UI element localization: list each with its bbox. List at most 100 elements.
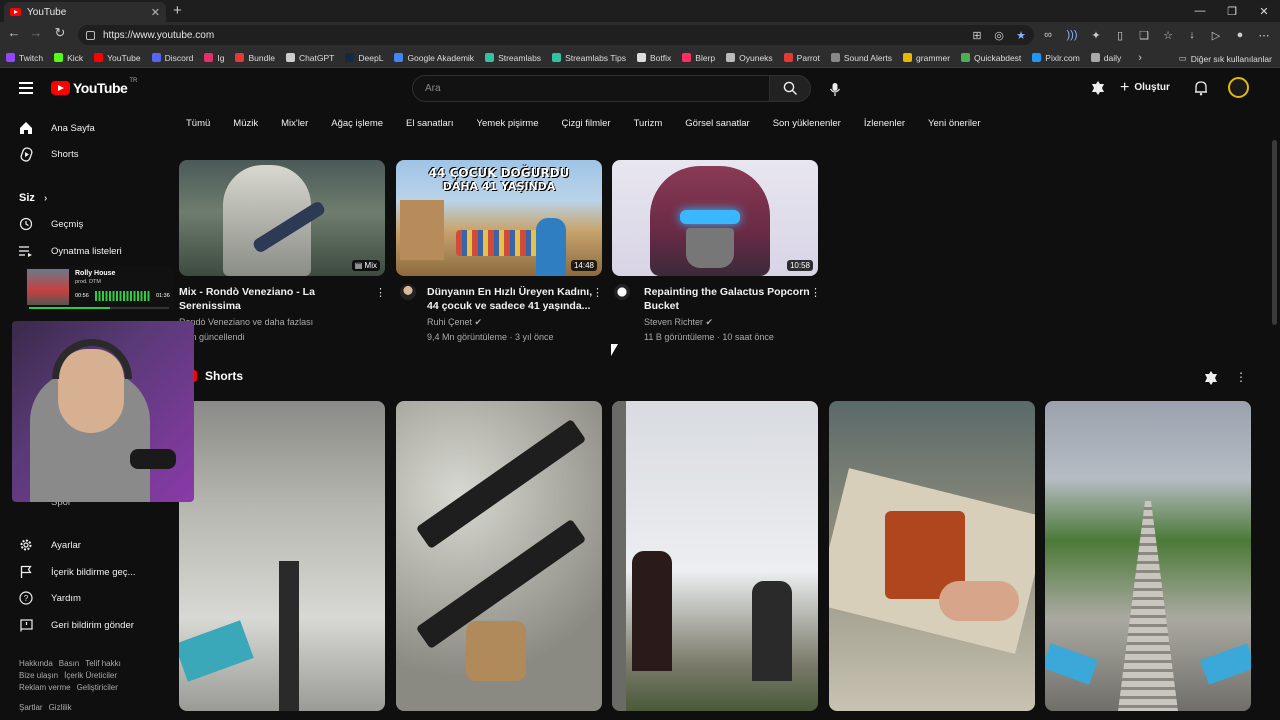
bookmark-item[interactable]: Kick: [54, 53, 83, 63]
filter-chip[interactable]: İzlenenler: [864, 118, 905, 129]
bookmark-item[interactable]: Ig: [204, 53, 224, 63]
sidebar-item-help[interactable]: ? Yardım: [18, 590, 81, 606]
bookmark-item[interactable]: Botfix: [637, 53, 671, 63]
video-title[interactable]: Dünyanın En Hızlı Üreyen Kadını, 44 çocu…: [427, 285, 599, 313]
filter-chip[interactable]: Yemek pişirme: [477, 118, 539, 129]
bookmark-item[interactable]: Oyuneks: [726, 53, 773, 63]
create-button[interactable]: + Oluştur: [1120, 79, 1170, 97]
bookmark-item[interactable]: DeepL: [345, 53, 383, 63]
video-card[interactable]: ▤ Mix Mix - Rondò Veneziano - La Serenis…: [179, 160, 386, 345]
video-channel[interactable]: Steven Richter ✔: [644, 315, 818, 330]
video-title[interactable]: Mix - Rondò Veneziano - La Serenissima: [179, 285, 351, 313]
notifications-bell-icon[interactable]: [1194, 80, 1208, 96]
forward-icon[interactable]: →: [26, 25, 46, 40]
voice-search-button[interactable]: [826, 80, 844, 98]
collections-icon[interactable]: ❑: [1132, 26, 1156, 44]
filter-chip[interactable]: Turizm: [634, 118, 663, 129]
footer-link[interactable]: Gizlilik: [49, 703, 72, 712]
bookmark-item[interactable]: Sound Alerts: [830, 53, 892, 63]
install-app-icon[interactable]: ⊞: [966, 26, 988, 44]
bookmark-item[interactable]: Streamlabs: [485, 53, 541, 63]
address-bar[interactable]: https://www.youtube.com: [78, 25, 1034, 45]
bookmark-item[interactable]: Pixlr.com: [1032, 53, 1080, 63]
you-section-heading[interactable]: Siz ›: [19, 192, 47, 204]
footer-link[interactable]: Hakkında: [19, 659, 53, 668]
bookmark-item[interactable]: Twitch: [6, 53, 43, 63]
bookmark-item[interactable]: ChatGPT: [285, 53, 334, 63]
bookmark-item[interactable]: Parrot: [783, 53, 820, 63]
short-thumbnail[interactable]: [829, 401, 1035, 711]
copilot-icon[interactable]: ◆: [1276, 26, 1280, 44]
video-card[interactable]: 10:58 Repainting the Galactus Popcorn Bu…: [612, 160, 821, 345]
search-button[interactable]: [769, 75, 811, 102]
shorts-more-icon[interactable]: ⋮: [1235, 370, 1247, 384]
filter-chip[interactable]: Çizgi filmler: [562, 118, 611, 129]
favorites-icon[interactable]: ☆: [1156, 26, 1180, 44]
bookmark-item[interactable]: Blerp: [682, 53, 715, 63]
sidebar-item-feedback[interactable]: Geri bildirim gönder: [18, 617, 134, 633]
footer-link[interactable]: İçerik Üreticiler: [64, 671, 117, 680]
sidebar-item-report-history[interactable]: İçerik bildirme geç...: [18, 564, 135, 580]
filter-chip[interactable]: Müzik: [233, 118, 258, 129]
sidebar-item-shorts[interactable]: Shorts: [18, 146, 78, 162]
footer-link[interactable]: Basın: [59, 659, 79, 668]
sidebar-item-playlists[interactable]: Oynatma listeleri: [18, 243, 122, 259]
bookmark-item[interactable]: Streamlabs Tips: [552, 53, 626, 63]
video-thumbnail[interactable]: 44 ÇOCUK DOĞURDU DAHA 41 YAŞINDA 14:48: [396, 160, 602, 276]
downloads-icon[interactable]: ↓: [1180, 26, 1204, 44]
sidebar-item-history[interactable]: Geçmiş: [18, 216, 83, 232]
close-tab-icon[interactable]: ✕: [151, 6, 160, 19]
channel-avatar[interactable]: [614, 284, 630, 300]
video-thumbnail[interactable]: 10:58: [612, 160, 818, 276]
tracking-icon[interactable]: ◎: [988, 26, 1010, 44]
bookmark-item[interactable]: grammer: [903, 53, 950, 63]
more-options-icon[interactable]: ⋮: [810, 286, 821, 299]
filter-chip[interactable]: Tümü: [186, 118, 210, 129]
back-icon[interactable]: ←: [4, 25, 24, 40]
page-scrollbar[interactable]: [1272, 140, 1277, 325]
video-channel[interactable]: Rondò Veneziano ve daha fazlası: [179, 315, 385, 330]
extension-glasses-icon[interactable]: ∞: [1036, 26, 1060, 44]
filter-chip[interactable]: Mix'ler: [281, 118, 308, 129]
bookmark-item[interactable]: Discord: [151, 53, 193, 63]
customize-feed-icon[interactable]: [1090, 80, 1106, 96]
search-input[interactable]: Ara: [412, 75, 770, 102]
filter-chip[interactable]: Yeni öneriler: [928, 118, 980, 129]
footer-link[interactable]: Şartlar: [19, 703, 43, 712]
other-bookmarks-folder[interactable]: ▭ Diğer sık kullanılanlar: [1179, 53, 1272, 64]
more-options-icon[interactable]: ⋮: [375, 286, 386, 299]
site-info-icon[interactable]: [86, 30, 95, 40]
new-tab-button[interactable]: +: [173, 2, 182, 19]
footer-link[interactable]: Telif hakkı: [85, 659, 121, 668]
channel-avatar[interactable]: [400, 284, 416, 300]
bookmark-star-icon[interactable]: ★: [1010, 26, 1032, 44]
extensions-puzzle-icon[interactable]: ✦: [1084, 26, 1108, 44]
minimize-icon[interactable]: —: [1184, 0, 1216, 22]
media-control-icon[interactable]: ▷: [1204, 26, 1228, 44]
bookmark-item[interactable]: Google Akademik: [394, 53, 474, 63]
video-title[interactable]: Repainting the Galactus Popcorn Bucket: [644, 285, 816, 313]
sidebar-item-settings[interactable]: Ayarlar: [18, 537, 81, 553]
filter-chip[interactable]: Son yüklenenler: [773, 118, 841, 129]
filter-chip[interactable]: Görsel sanatlar: [685, 118, 749, 129]
refresh-icon[interactable]: ↻: [50, 25, 70, 41]
short-thumbnail[interactable]: [179, 401, 385, 711]
footer-link[interactable]: Geliştiriciler: [77, 683, 118, 692]
bookmark-item[interactable]: Quickabdest: [961, 53, 1021, 63]
video-channel[interactable]: Ruhi Çenet ✔: [427, 315, 602, 330]
video-thumbnail[interactable]: ▤ Mix: [179, 160, 385, 276]
extension-audio-icon[interactable]: ))): [1060, 26, 1084, 44]
short-thumbnail[interactable]: [612, 401, 818, 711]
menu-burger-icon[interactable]: [19, 82, 33, 97]
short-thumbnail[interactable]: [396, 401, 602, 711]
restore-icon[interactable]: ❐: [1216, 0, 1248, 22]
bookmark-item[interactable]: YouTube: [94, 53, 141, 63]
bookmark-item[interactable]: Bundle: [235, 53, 275, 63]
bookmark-item[interactable]: daily: [1090, 53, 1121, 63]
footer-link[interactable]: Reklam verme: [19, 683, 71, 692]
filter-chip[interactable]: Ağaç işleme: [331, 118, 383, 129]
browser-tab[interactable]: YouTube ✕: [4, 2, 166, 22]
youtube-logo[interactable]: YouTube TR: [51, 78, 137, 96]
short-thumbnail[interactable]: [1045, 401, 1251, 711]
video-card[interactable]: 44 ÇOCUK DOĞURDU DAHA 41 YAŞINDA 14:48 D…: [396, 160, 603, 345]
